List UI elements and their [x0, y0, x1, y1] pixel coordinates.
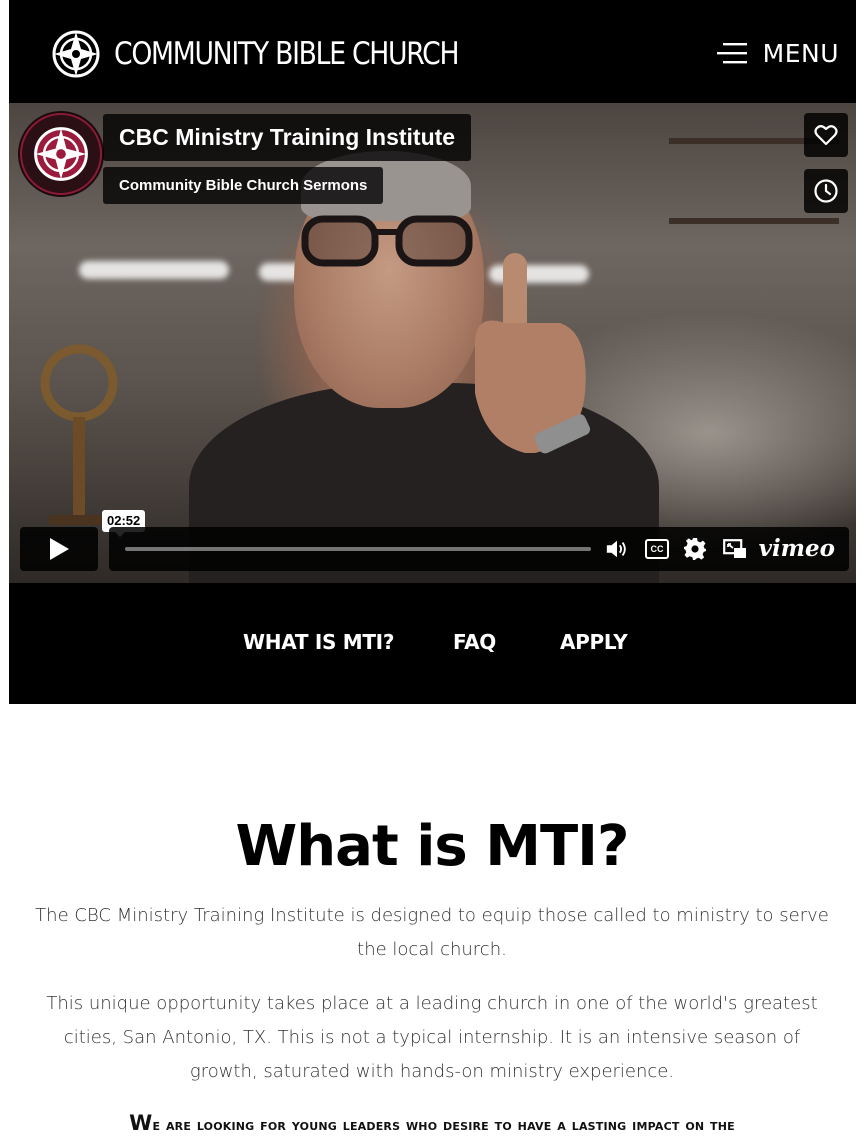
- callout-rest: e are looking for young leaders who desi…: [152, 1115, 735, 1134]
- logo-icon: [34, 127, 88, 181]
- description-paragraph: This unique opportunity takes place at a…: [46, 993, 818, 1082]
- top-bar: COMMUNITY BIBLE CHURCH MENU: [9, 0, 856, 103]
- clock-icon: [814, 179, 838, 203]
- main-content: What is MTI? The CBC Ministry Training I…: [0, 704, 864, 1136]
- background-light: [79, 261, 229, 279]
- volume-icon: [606, 540, 626, 558]
- volume-button[interactable]: [605, 537, 629, 561]
- menu-icon: [716, 43, 747, 64]
- watch-later-button[interactable]: [804, 169, 848, 213]
- settings-icon: [684, 538, 706, 560]
- page-title: What is MTI?: [235, 814, 630, 879]
- channel-logo[interactable]: [20, 113, 102, 195]
- logo-icon[interactable]: [52, 30, 100, 78]
- video-byline[interactable]: Community Bible Church Sermons: [103, 167, 384, 204]
- menu-label: MENU: [762, 38, 839, 68]
- settings-button[interactable]: [683, 537, 707, 561]
- heart-icon: [814, 125, 838, 146]
- vimeo-logo[interactable]: vimeo: [759, 533, 835, 565]
- hero-frame: COMMUNITY BIBLE CHURCH MENU CBC Ministry…: [9, 0, 856, 704]
- callout-text: We are looking for young leaders who des…: [0, 1111, 864, 1135]
- nav-faq[interactable]: FAQ: [453, 630, 496, 654]
- menu-button[interactable]: MENU: [716, 33, 839, 73]
- sub-navigation: WHAT IS MTI? FAQ APPLY: [9, 583, 856, 704]
- background-shelf: [669, 218, 839, 224]
- pip-icon: [723, 539, 746, 558]
- like-button[interactable]: [804, 113, 848, 157]
- video-player[interactable]: CBC Ministry Training Institute Communit…: [9, 103, 856, 583]
- callout-initial: W: [129, 1111, 153, 1135]
- glasses-shape: [301, 215, 473, 267]
- pip-button[interactable]: [723, 537, 747, 561]
- lamp-shape: [40, 344, 118, 525]
- progress-track[interactable]: [125, 547, 591, 551]
- brand-name[interactable]: COMMUNITY BIBLE CHURCH: [114, 30, 460, 78]
- play-button[interactable]: [20, 527, 98, 571]
- nav-what-is-mti[interactable]: WHAT IS MTI?: [243, 630, 394, 654]
- control-bar: CC vimeo: [109, 527, 849, 571]
- intro-paragraph: The CBC Ministry Training Institute is d…: [35, 905, 829, 960]
- nav-apply[interactable]: APPLY: [560, 630, 628, 654]
- cc-icon[interactable]: CC: [645, 539, 669, 559]
- video-title[interactable]: CBC Ministry Training Institute: [103, 114, 472, 161]
- play-icon: [50, 538, 69, 560]
- raised-hand-shape: [475, 253, 591, 454]
